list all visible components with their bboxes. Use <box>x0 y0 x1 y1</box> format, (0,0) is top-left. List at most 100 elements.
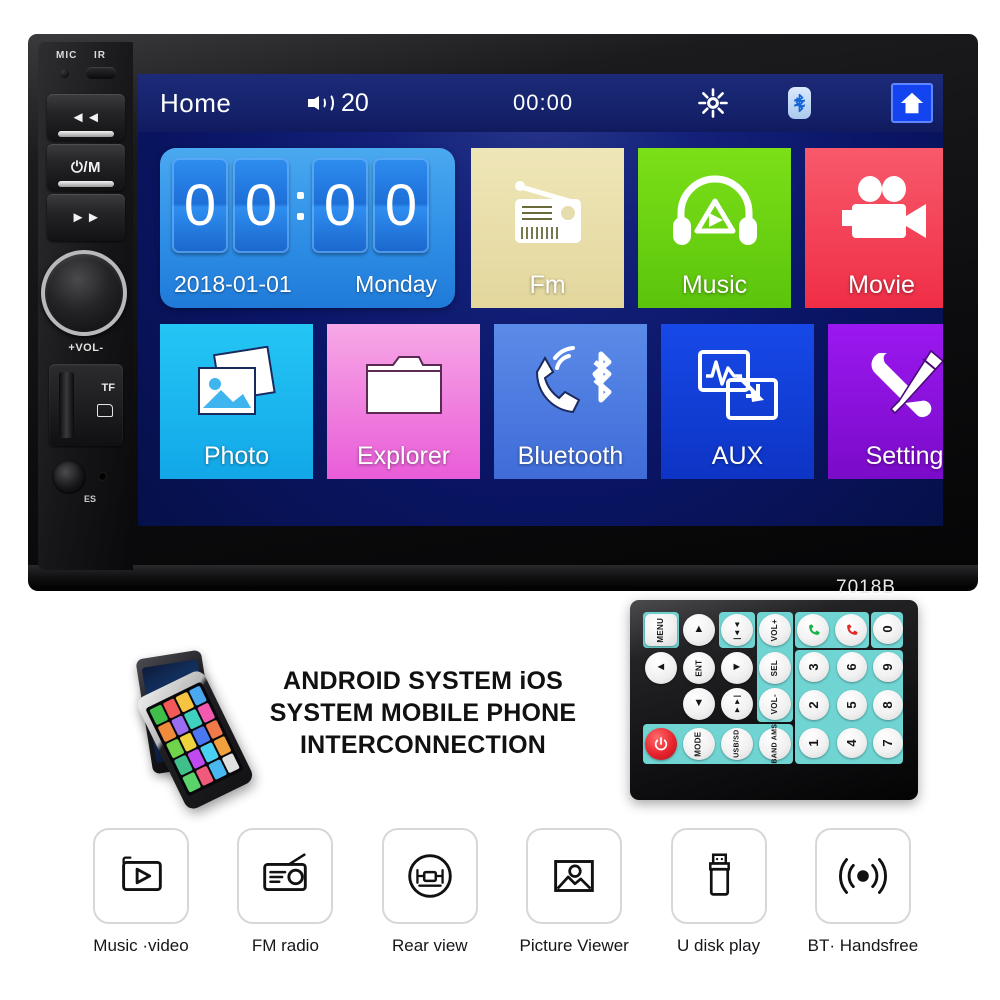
status-bar: Home 20 00:00 ≈ <box>138 74 943 132</box>
remote-key-2[interactable]: 2 <box>799 690 829 720</box>
feature-icon-row: Music ·video FM radio Rear view Picture … <box>82 828 922 978</box>
remote-key-select[interactable]: SEL <box>759 652 791 684</box>
feature-music-video: Music ·video <box>82 828 200 978</box>
remote-key-4[interactable]: 4 <box>837 728 867 758</box>
phone-app-grid <box>145 681 244 797</box>
photos-icon <box>160 334 313 435</box>
remote-key-enter-play-pause[interactable]: ENT <box>683 652 715 684</box>
brightness-icon[interactable] <box>698 88 728 118</box>
remote-key-volume-up[interactable]: VOL+ <box>759 614 791 646</box>
remote-key-band-ams[interactable]: BAND AMS <box>759 724 791 764</box>
headphones-icon <box>638 158 791 264</box>
tile-photo[interactable]: Photo <box>160 324 313 479</box>
clock-date: 2018-01-01 <box>174 271 292 297</box>
tile-explorer[interactable]: Explorer <box>327 324 480 479</box>
remote-key-call-answer[interactable] <box>797 614 829 646</box>
finger-touch-illustration <box>138 522 418 526</box>
remote-key-usb-sd[interactable]: USB/SD <box>721 728 753 760</box>
remote-key-volume-down[interactable]: VOL- <box>759 688 791 720</box>
radio-icon <box>471 158 624 264</box>
remote-key-6[interactable]: 6 <box>837 652 867 682</box>
remote-key-right[interactable]: ► <box>721 652 753 684</box>
car-stereo-head-unit: MIC IR ◄◄ ⏻/M ►► +VOL- TF ES Home 20 00:… <box>28 34 978 598</box>
microphone-hole <box>60 69 69 78</box>
tile-fm[interactable]: Fm <box>471 148 624 308</box>
remote-key-3[interactable]: 3 <box>799 652 829 682</box>
video-play-icon <box>93 828 189 924</box>
tf-slot-label: TF <box>101 382 115 394</box>
remote-key-call-end[interactable] <box>835 614 867 646</box>
clock-digit: 0 <box>373 158 429 253</box>
home-tile-grid: 0 0 0 0 2018-01-01 Monday Fm Music Movie… <box>138 132 943 526</box>
next-track-label: ►► <box>70 209 102 226</box>
feature-label: BT· Handsfree <box>807 936 919 955</box>
tile-aux[interactable]: AUX <box>661 324 814 479</box>
ir-remote-control: MENU ▲ |◄◄ VOL+ 0 ◄ ENT ► SEL 3 6 9 ▼ ►►… <box>630 600 918 800</box>
tile-movie[interactable]: Movie <box>805 148 943 308</box>
tf-card-slot[interactable]: TF <box>49 364 123 446</box>
smartphone-illustration <box>122 649 256 812</box>
mic-label: MIC <box>56 50 78 61</box>
ir-receiver-window <box>86 67 116 79</box>
image-icon <box>526 828 623 924</box>
volume-knob[interactable] <box>41 250 127 336</box>
tile-label: Movie <box>848 271 915 299</box>
flip-clock: 0 0 0 0 <box>172 158 429 253</box>
remote-key-8[interactable]: 8 <box>873 690 903 720</box>
aux-wave-icon <box>661 334 814 435</box>
remote-key-5[interactable]: 5 <box>837 690 867 720</box>
feature-label: Picture Viewer <box>519 936 629 955</box>
remote-key-prev-track[interactable]: |◄◄ <box>721 614 753 646</box>
camcorder-icon <box>805 158 943 264</box>
model-number: 7018B <box>836 577 896 598</box>
clock-widget[interactable]: 0 0 0 0 2018-01-01 Monday <box>160 148 455 308</box>
tile-bluetooth[interactable]: Bluetooth <box>494 324 647 479</box>
volume-indicator[interactable]: 20 <box>308 89 369 118</box>
feature-label: U disk play <box>676 936 761 955</box>
tile-label: Bluetooth <box>517 442 624 470</box>
previous-track-button[interactable]: ◄◄ <box>47 94 125 141</box>
usb-icon <box>670 828 767 924</box>
reset-pinhole[interactable] <box>98 472 107 481</box>
clock-digit: 0 <box>312 158 368 253</box>
remote-key-0[interactable]: 0 <box>873 614 903 644</box>
button-gleam <box>58 131 114 137</box>
remote-key-9[interactable]: 9 <box>873 652 903 682</box>
tile-label: Setting <box>865 442 943 470</box>
remote-key-up[interactable]: ▲ <box>683 614 715 646</box>
clock-digit: 0 <box>172 158 228 253</box>
folder-icon <box>327 334 480 435</box>
power-mode-button[interactable]: ⏻/M <box>47 144 125 191</box>
radio-icon <box>237 828 334 924</box>
next-track-button[interactable]: ►► <box>47 194 125 241</box>
remote-key-next-track[interactable]: ►►| <box>721 688 753 720</box>
remote-key-left[interactable]: ◄ <box>645 652 677 684</box>
home-button[interactable] <box>891 83 933 123</box>
bluetooth-icon[interactable]: ≈ <box>788 87 811 119</box>
clock-colon <box>294 191 307 220</box>
tile-music[interactable]: Music <box>638 148 791 308</box>
remote-key-down[interactable]: ▼ <box>683 688 715 720</box>
button-gleam <box>58 181 114 187</box>
reset-label: ES <box>84 494 97 504</box>
marketing-line-1: ANDROID SYSTEM iOS <box>282 667 564 695</box>
speaker-icon <box>308 91 336 115</box>
marketing-line-3: INTERCONNECTION <box>299 731 547 759</box>
feature-u-disk-play: U disk play <box>660 828 778 978</box>
tile-setting[interactable]: Setting <box>828 324 943 479</box>
status-home-title: Home <box>160 87 232 118</box>
marketing-headline: ANDROID SYSTEM iOS SYSTEM MOBILE PHONE I… <box>238 665 608 761</box>
tile-label: AUX <box>711 442 764 470</box>
feature-picture-viewer: Picture Viewer <box>515 828 633 978</box>
remote-key-power[interactable] <box>645 728 677 760</box>
remote-key-menu[interactable]: MENU <box>645 614 677 646</box>
remote-key-1[interactable]: 1 <box>799 728 829 758</box>
remote-key-mode[interactable]: MODE <box>683 728 715 760</box>
tile-label: Explorer <box>356 442 451 470</box>
aux-input-jack[interactable] <box>52 460 86 494</box>
status-clock: 00:00 <box>513 90 574 115</box>
tile-label: Fm <box>529 271 566 299</box>
power-mode-label: ⏻/M <box>70 159 102 176</box>
remote-key-7[interactable]: 7 <box>873 728 903 758</box>
touchscreen-display[interactable]: Home 20 00:00 ≈ 0 0 0 0 2018-01-01 Monda… <box>138 74 943 526</box>
